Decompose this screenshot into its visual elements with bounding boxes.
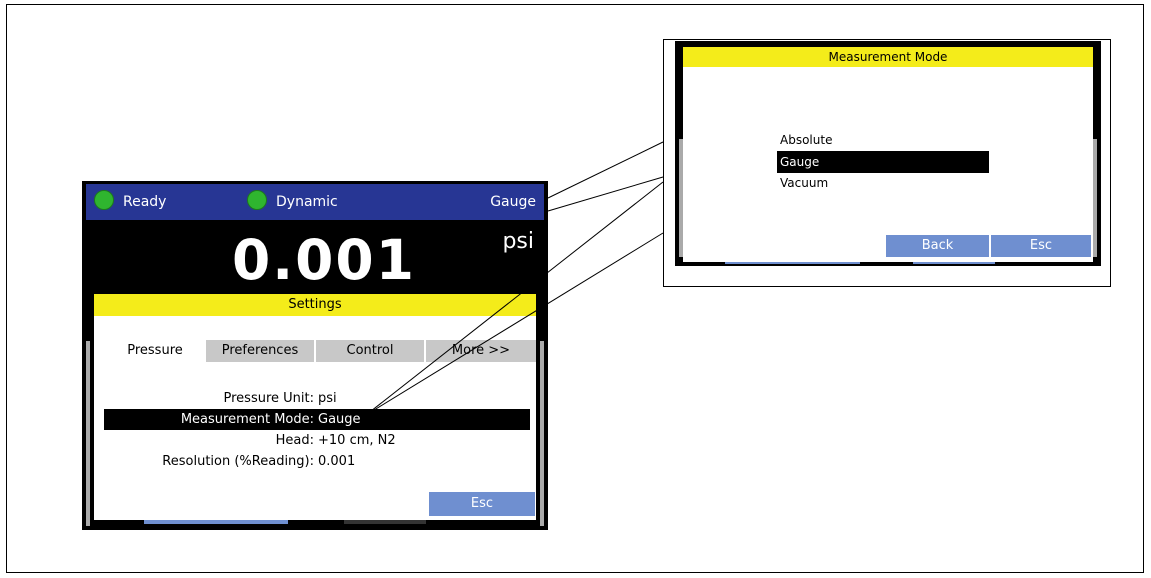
callout-lines	[365, 141, 664, 416]
callout-line	[365, 232, 664, 416]
callout-line	[547, 141, 664, 199]
callout-line	[365, 181, 664, 416]
callout-line	[547, 176, 664, 212]
